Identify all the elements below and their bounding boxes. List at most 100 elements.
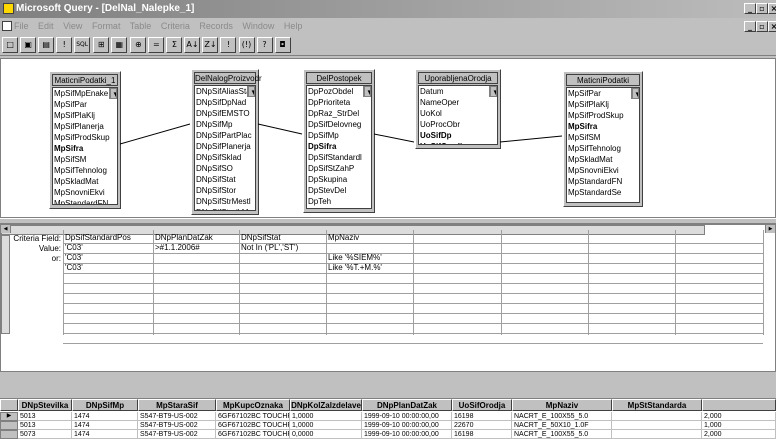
restore-button[interactable]: ▫ [756, 3, 768, 14]
record-selector[interactable] [0, 430, 18, 439]
criteria-value-cell[interactable] [328, 243, 412, 253]
results-cell[interactable]: S547-BT9-US-002 [138, 412, 216, 421]
results-column-header[interactable]: MpStStandarda [612, 399, 702, 411]
results-cell[interactable]: NACRT_E_50X10_1.0F [512, 421, 612, 430]
record-selector[interactable]: ▶ [0, 412, 18, 421]
results-column-header[interactable]: DNpSifMp [72, 399, 138, 411]
join-line[interactable] [373, 133, 415, 143]
criteria-field-cell[interactable]: DNpPlanDatZak [155, 233, 238, 243]
results-cell[interactable]: 1,000 [702, 421, 776, 430]
results-cell[interactable]: 1999-09-10 00:00:00,00 [362, 412, 452, 421]
save-icon[interactable]: ▤ [38, 37, 55, 53]
results-cell[interactable]: 22670 [452, 421, 512, 430]
results-cell[interactable]: 1474 [72, 421, 138, 430]
totals-icon[interactable]: Σ [166, 37, 183, 53]
record-selector[interactable] [0, 421, 18, 430]
results-cell[interactable]: 16198 [452, 430, 512, 439]
add-tables-icon[interactable]: ⊕ [130, 37, 147, 53]
results-cell[interactable]: 1999-09-10 00:00:00,00 [362, 421, 452, 430]
results-cell[interactable] [612, 412, 702, 421]
open-icon[interactable]: ▣ [20, 37, 37, 53]
menu-file[interactable]: File [14, 21, 29, 31]
criteria-equals-icon[interactable]: = [148, 37, 165, 53]
results-cell[interactable]: 5073 [18, 430, 72, 439]
help-context-icon[interactable]: ◘ [274, 37, 291, 53]
doc-close-button[interactable]: × [768, 21, 776, 32]
results-cell[interactable]: NACRT_E_100X55_5.0 [512, 430, 612, 439]
scroll-right-arrow[interactable]: ▶ [765, 225, 775, 233]
criteria-or-cell[interactable] [155, 253, 238, 263]
join-line[interactable] [257, 123, 303, 135]
grid-line [63, 313, 763, 314]
results-cell[interactable]: 6GF67102BC TOUCHP [216, 421, 290, 430]
sort-asc-icon[interactable]: A↓ [184, 37, 201, 53]
criteria-or-cell[interactable]: Like '%T.+M.%' [328, 263, 412, 273]
menu-records[interactable]: Records [199, 21, 233, 31]
close-button[interactable]: × [768, 3, 776, 14]
results-column-header[interactable]: UoSifOrodja [452, 399, 512, 411]
join-line[interactable] [119, 123, 191, 145]
results-cell[interactable]: 6GF67102BC TOUCHP [216, 430, 290, 439]
menu-edit[interactable]: Edit [38, 21, 54, 31]
doc-restore-button[interactable]: ▫ [756, 21, 768, 32]
join-line[interactable] [499, 135, 563, 143]
results-cell[interactable]: NACRT_E_100X55_5.0 [512, 412, 612, 421]
criteria-or-cell[interactable]: Like '%SIEM%' [328, 253, 412, 263]
scroll-left-arrow[interactable]: ◀ [1, 225, 11, 233]
results-column-header[interactable]: DNpPlanDatZak [362, 399, 452, 411]
results-column-header[interactable]: MpKupcOznaka [216, 399, 290, 411]
criteria-or-cell[interactable]: 'C03' [65, 263, 152, 273]
results-column-header[interactable]: MpNaziv [512, 399, 612, 411]
minimize-button[interactable]: _ [744, 3, 756, 14]
criteria-field-cell[interactable]: DpSifStandardPos [65, 233, 152, 243]
results-cell[interactable]: 0,0000 [290, 430, 362, 439]
criteria-or-cell[interactable] [155, 263, 238, 273]
new-icon[interactable]: □ [2, 37, 19, 53]
results-cell[interactable]: 2,000 [702, 430, 776, 439]
results-cell[interactable]: 5013 [18, 421, 72, 430]
criteria-or-cell[interactable] [241, 253, 325, 263]
results-column-header[interactable]: DNpKolZalzdelave [290, 399, 362, 411]
criteria-row-label: Criteria Field: [13, 234, 61, 243]
results-cell[interactable]: 6GF67102BC TOUCHP [216, 412, 290, 421]
criteria-value-cell[interactable]: 'C03' [65, 243, 152, 253]
menu-criteria[interactable]: Criteria [161, 21, 190, 31]
show-tables-icon[interactable]: ⊞ [93, 37, 110, 53]
toolbar: □ ▣ ▤! SQL ⊞ ▦ ⊕ = Σ A↓ Z↓! (!)? ◘ [0, 34, 776, 56]
help-icon[interactable]: ? [256, 37, 273, 53]
criteria-or-cell[interactable]: 'C03' [65, 253, 152, 263]
sql-icon[interactable]: SQL [74, 37, 91, 53]
results-cell[interactable] [612, 421, 702, 430]
pane-splitter-2[interactable] [0, 372, 776, 398]
auto-query-icon[interactable]: (!) [238, 37, 255, 53]
menu-format[interactable]: Format [92, 21, 121, 31]
menu-window[interactable]: Window [242, 21, 274, 31]
menu-table[interactable]: Table [130, 21, 152, 31]
results-cell[interactable] [612, 430, 702, 439]
criteria-or-cell[interactable] [241, 263, 325, 273]
query-now-icon[interactable]: ! [220, 37, 237, 53]
menu-help[interactable]: Help [284, 21, 303, 31]
sort-desc-icon[interactable]: Z↓ [202, 37, 219, 53]
criteria-value-cell[interactable]: >#1.1.2006# [155, 243, 238, 253]
results-cell[interactable]: 5013 [18, 412, 72, 421]
results-cell[interactable]: S547-BT9-US-002 [138, 430, 216, 439]
results-cell[interactable]: S547-BT9-US-002 [138, 421, 216, 430]
criteria-field-cell[interactable]: MpNaziv [328, 233, 412, 243]
results-column-header[interactable]: MpStaraSif [138, 399, 216, 411]
show-criteria-icon[interactable]: ▦ [111, 37, 128, 53]
results-cell[interactable]: 1,0000 [290, 412, 362, 421]
results-cell[interactable]: 2,000 [702, 412, 776, 421]
menu-view[interactable]: View [63, 21, 82, 31]
results-cell[interactable]: 16198 [452, 412, 512, 421]
results-column-header[interactable] [702, 399, 776, 411]
results-cell[interactable]: 1474 [72, 430, 138, 439]
results-cell[interactable]: 1474 [72, 412, 138, 421]
return-data-icon[interactable]: ! [56, 37, 73, 53]
criteria-value-cell[interactable]: Not In ('PL','ST') [241, 243, 325, 253]
results-cell[interactable]: 1999-09-10 00:00:00,00 [362, 430, 452, 439]
criteria-field-cell[interactable]: DNpSifStat [241, 233, 325, 243]
results-column-header[interactable]: DNpStevilka [18, 399, 72, 411]
results-cell[interactable]: 1,0000 [290, 421, 362, 430]
doc-minimize-button[interactable]: _ [744, 21, 756, 32]
